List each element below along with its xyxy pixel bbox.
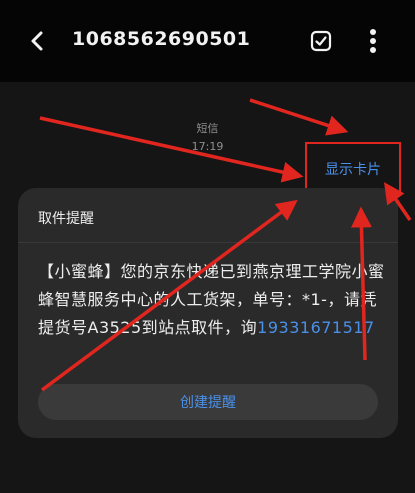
- more-vertical-icon: [370, 29, 376, 53]
- message-body: 【小蜜蜂】您的京东快递已到燕京理工学院小蜜蜂智慧服务中心的人工货架，单号：*1-…: [38, 258, 388, 342]
- create-reminder-button[interactable]: 创建提醒: [38, 384, 378, 420]
- top-bar: 1068562690501: [0, 0, 415, 82]
- conversation-title: 1068562690501: [72, 28, 251, 50]
- more-options-button[interactable]: [360, 24, 386, 58]
- back-arrow-icon: [31, 31, 43, 51]
- message-bubble: 取件提醒 【小蜜蜂】您的京东快递已到燕京理工学院小蜜蜂智慧服务中心的人工货架，单…: [18, 188, 398, 438]
- divider: [18, 242, 398, 243]
- sms-screen: 1068562690501 短信 17:19 显示卡片 取件提醒 【小蜜蜂】您的…: [0, 0, 415, 493]
- message-type-label: 短信: [196, 122, 219, 135]
- checkbox-icon: [310, 30, 332, 52]
- message-title: 取件提醒: [38, 211, 94, 227]
- show-card-label: 显示卡片: [325, 162, 381, 178]
- select-button[interactable]: [306, 26, 336, 56]
- back-button[interactable]: [22, 26, 52, 56]
- phone-link[interactable]: 19331671517: [257, 318, 374, 337]
